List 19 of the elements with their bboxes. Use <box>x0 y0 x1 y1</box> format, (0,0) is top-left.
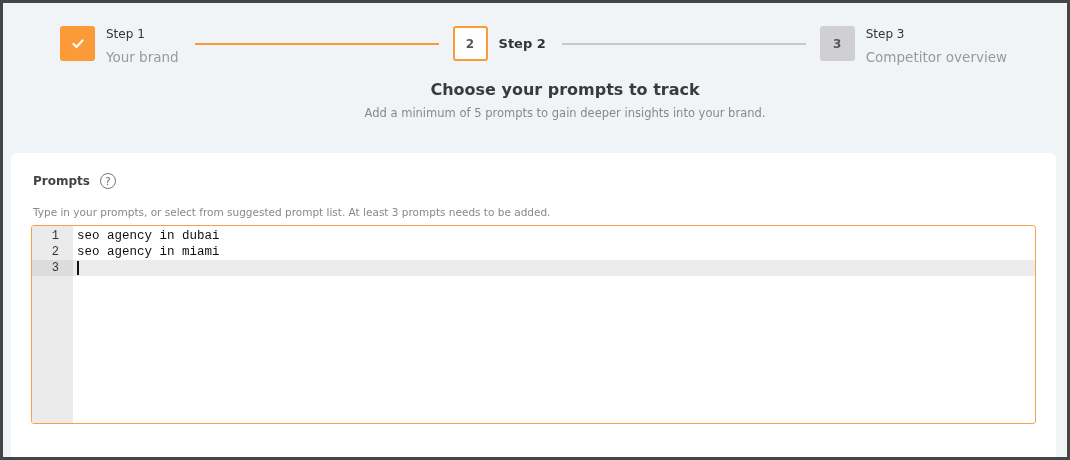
line-number: 2 <box>51 245 59 259</box>
step-subtitle: Competitor overview <box>865 48 1007 66</box>
prompts-label: Prompts <box>33 174 90 188</box>
step-label: Step 1 <box>106 26 146 42</box>
prompts-hint: Type in your prompts, or select from suggested prompt list. At least 3 prompts needs to be added. <box>33 206 552 218</box>
step-subtitle: Your brand <box>106 48 179 66</box>
code-editor-field[interactable]: 1 2 3 seo agency in dubai seo agency in miami <box>31 225 1036 424</box>
step-label: Step 2 <box>498 35 546 52</box>
line-number: 1 <box>51 229 59 243</box>
check-icon <box>71 38 84 49</box>
prompt-line: seo agency in miami <box>77 244 220 260</box>
prompt-line: seo agency in dubai <box>77 228 220 244</box>
page-heading: Choose your prompts to track <box>429 80 700 99</box>
step-number: 2 <box>465 36 475 51</box>
step-label: Step 3 <box>865 26 906 42</box>
line-number: 3 <box>51 261 59 275</box>
step-number: 3 <box>833 36 842 51</box>
page-subheading: Add a minimum of 5 prompts to gain deeper insights into your brand. <box>363 106 766 120</box>
text-cursor <box>77 261 79 275</box>
